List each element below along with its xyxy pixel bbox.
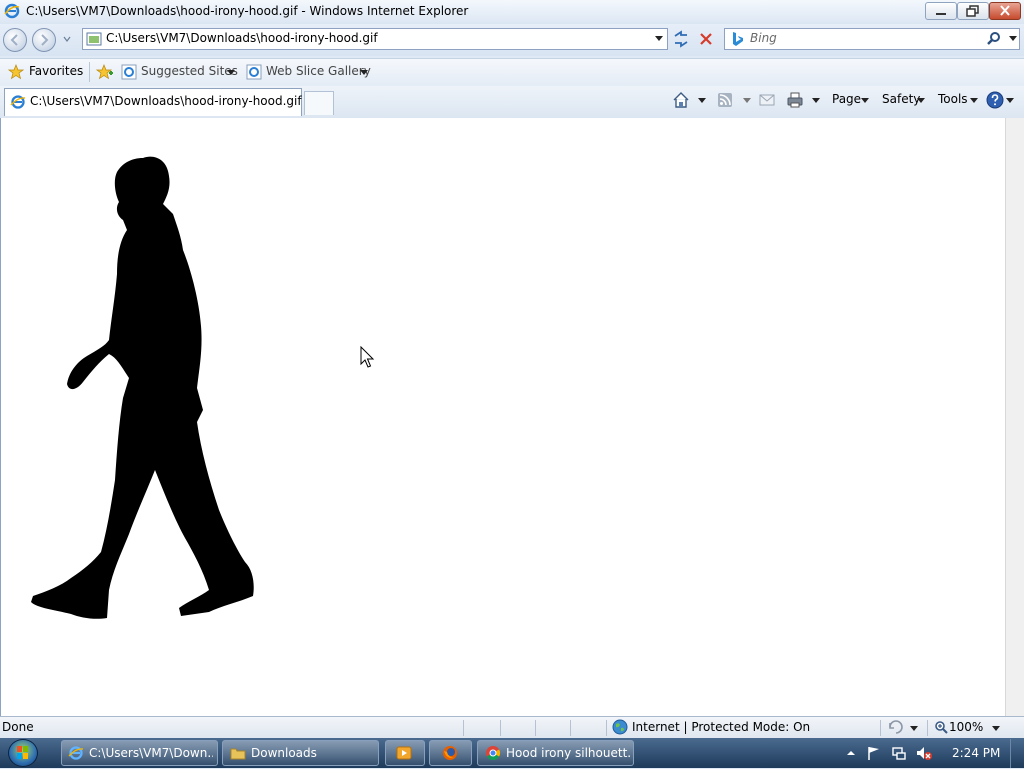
print-chevron-icon[interactable] <box>812 96 820 104</box>
taskbar-item-label[interactable]: Hood irony silhouett... <box>506 746 630 760</box>
help-icon[interactable] <box>986 91 1004 109</box>
suggested-sites-chevron-icon[interactable] <box>227 68 235 76</box>
forward-button[interactable] <box>32 28 56 52</box>
tab-label[interactable]: C:\Users\VM7\Downloads\hood-irony-hood.g… <box>30 94 302 108</box>
feeds-chevron-icon[interactable] <box>743 96 751 104</box>
mouse-cursor-icon <box>360 346 375 368</box>
walking-man-silhouette-image <box>31 156 254 619</box>
favorites-item-suggested-sites[interactable]: Suggested Sites <box>141 64 238 78</box>
status-separator <box>570 720 571 736</box>
home-chevron-icon[interactable] <box>698 96 706 104</box>
show-desktop-button[interactable] <box>1010 739 1024 768</box>
tab-ie-icon <box>10 95 26 109</box>
favorites-separator <box>89 62 90 82</box>
search-options-chevron-icon[interactable] <box>1008 33 1018 43</box>
zoom-chevron-icon[interactable] <box>992 724 1000 732</box>
taskbar-item-label[interactable]: C:\Users\VM7\Down... <box>89 746 213 760</box>
address-text[interactable]: C:\Users\VM7\Downloads\hood-irony-hood.g… <box>106 31 378 45</box>
page-menu-chevron-icon[interactable] <box>861 96 869 104</box>
status-separator <box>606 720 607 736</box>
feeds-icon[interactable] <box>717 92 733 108</box>
favorites-item-web-slice-gallery[interactable]: Web Slice Gallery <box>266 64 371 78</box>
taskbar-clock[interactable]: 2:24 PM <box>952 746 1000 760</box>
status-separator <box>500 720 501 736</box>
zoom-icon[interactable] <box>934 720 948 734</box>
tools-menu[interactable]: Tools <box>938 92 968 106</box>
start-button[interactable] <box>8 739 38 767</box>
status-text: Done <box>2 720 34 734</box>
add-to-favorites-icon[interactable] <box>96 64 114 80</box>
action-center-flag-icon[interactable] <box>866 745 882 761</box>
restore-button[interactable] <box>957 2 989 20</box>
chrome-icon <box>486 746 501 761</box>
taskbar-ie-icon <box>68 746 84 760</box>
pop-up-blocker-icon[interactable] <box>888 720 904 734</box>
status-bar <box>0 716 1024 739</box>
favorites-star-icon <box>8 64 24 80</box>
read-mail-icon[interactable] <box>759 93 775 107</box>
new-tab-button[interactable] <box>304 91 334 115</box>
page-icon <box>86 32 102 46</box>
firefox-icon <box>443 746 457 760</box>
media-player-icon <box>396 746 412 760</box>
suggested-sites-ie-icon <box>121 64 137 80</box>
search-icon[interactable] <box>986 31 1002 47</box>
home-icon[interactable] <box>672 91 690 109</box>
volume-muted-icon[interactable] <box>915 745 933 761</box>
taskbar-folder-icon <box>230 748 246 760</box>
tools-menu-chevron-icon[interactable] <box>970 96 978 104</box>
recent-pages-chevron-icon[interactable] <box>62 34 72 44</box>
bing-logo-icon <box>733 32 743 46</box>
close-button[interactable] <box>989 2 1021 20</box>
status-separator <box>880 720 881 736</box>
safety-menu-chevron-icon[interactable] <box>917 96 925 104</box>
help-chevron-icon[interactable] <box>1006 96 1014 104</box>
security-zone-text[interactable]: Internet | Protected Mode: On <box>632 720 810 734</box>
search-placeholder[interactable]: Bing <box>750 31 777 45</box>
vertical-scrollbar[interactable] <box>1005 118 1024 716</box>
taskbar-item-label[interactable]: Downloads <box>251 746 375 760</box>
print-icon[interactable] <box>786 91 804 109</box>
status-separator <box>463 720 464 736</box>
internet-zone-globe-icon <box>612 719 628 735</box>
back-button[interactable] <box>3 28 27 52</box>
window-title: C:\Users\VM7\Downloads\hood-irony-hood.g… <box>26 4 469 18</box>
status-separator <box>535 720 536 736</box>
minimize-button[interactable] <box>925 2 957 20</box>
show-hidden-icons-icon[interactable] <box>846 748 856 758</box>
network-icon[interactable] <box>891 745 907 761</box>
ie-logo-icon <box>4 3 20 19</box>
address-dropdown-icon[interactable] <box>654 33 664 43</box>
zoom-level[interactable]: 100% <box>949 720 983 734</box>
favorites-button[interactable]: Favorites <box>29 64 83 78</box>
stop-icon[interactable] <box>695 28 717 50</box>
safety-menu[interactable]: Safety <box>882 92 920 106</box>
pop-up-blocker-chevron-icon[interactable] <box>910 724 918 732</box>
status-separator <box>927 720 928 736</box>
web-slice-chevron-icon[interactable] <box>360 68 368 76</box>
compatibility-view-icon[interactable] <box>670 28 692 50</box>
web-slice-ie-icon <box>246 64 262 80</box>
page-menu[interactable]: Page <box>832 92 861 106</box>
